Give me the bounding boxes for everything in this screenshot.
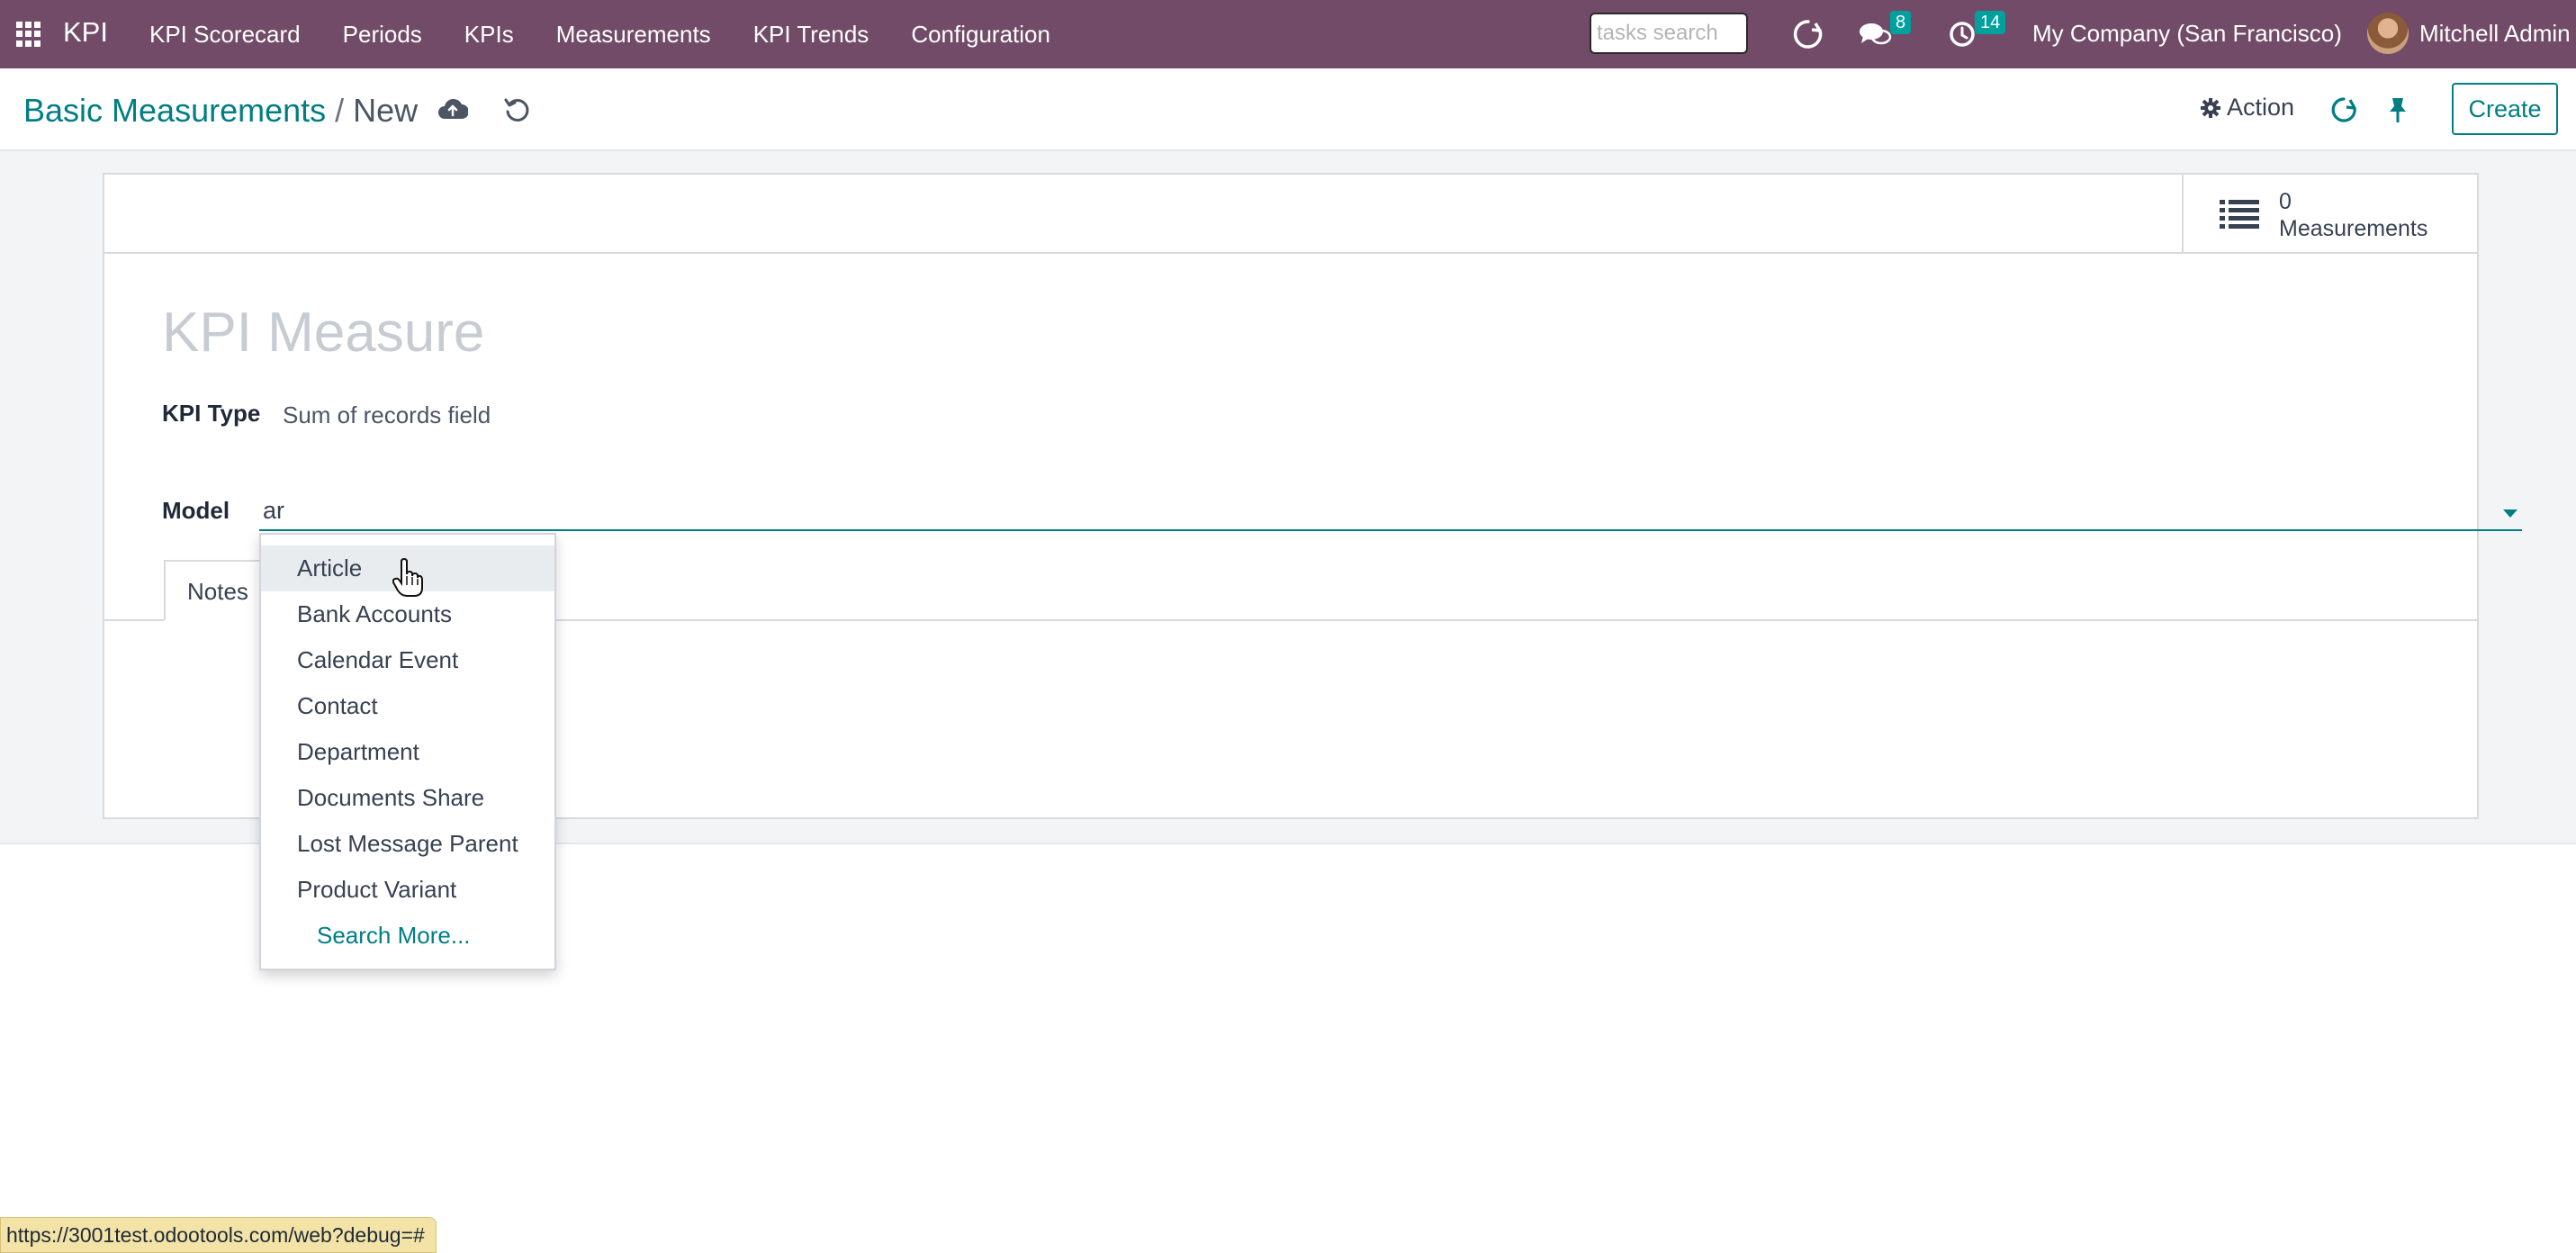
- main-menu: KPI Scorecard Periods KPIs Measurements …: [149, 0, 1093, 68]
- dropdown-item-documents-share[interactable]: Documents Share: [261, 775, 554, 821]
- dropdown-item-contact[interactable]: Contact: [261, 683, 554, 729]
- discard-icon[interactable]: [502, 95, 531, 124]
- app-brand[interactable]: KPI: [63, 16, 108, 49]
- messages-count-badge: 8: [1890, 11, 1912, 34]
- dropdown-item-lost-message-parent[interactable]: Lost Message Parent: [261, 821, 554, 867]
- menu-item-configuration[interactable]: Configuration: [911, 21, 1050, 49]
- measurements-stat-button[interactable]: 0 Measurements: [2182, 175, 2477, 252]
- breadcrumb-separator: /: [335, 92, 345, 129]
- action-label: Action: [2227, 94, 2295, 121]
- measurements-count: 0: [2279, 189, 2292, 214]
- button-box: 0 Measurements: [104, 175, 2477, 254]
- cloud-save-icon[interactable]: [437, 95, 468, 122]
- dropdown-item-product-variant[interactable]: Product Variant: [261, 867, 554, 913]
- menu-item-periods[interactable]: Periods: [343, 21, 422, 49]
- apps-grid-icon[interactable]: [16, 22, 41, 47]
- model-label: Model: [162, 497, 230, 524]
- top-navbar: KPI KPI Scorecard Periods KPIs Measureme…: [0, 0, 2576, 68]
- create-button[interactable]: Create: [2452, 83, 2558, 135]
- menu-item-kpis[interactable]: KPIs: [464, 21, 514, 49]
- action-menu-button[interactable]: Action: [2200, 94, 2294, 122]
- activities-count-badge: 14: [1975, 11, 2006, 34]
- list-icon: [2220, 200, 2259, 229]
- user-menu[interactable]: Mitchell Admin: [2419, 20, 2571, 48]
- pin-icon[interactable]: [2385, 95, 2410, 124]
- dropdown-item-calendar-event[interactable]: Calendar Event: [261, 637, 554, 683]
- measurements-label: Measurements: [2279, 216, 2428, 241]
- control-panel: Basic Measurements / New Action Create: [0, 68, 2576, 151]
- hand-pointer-icon: [392, 558, 423, 597]
- dropdown-search-more[interactable]: Search More...: [261, 913, 554, 959]
- breadcrumb: Basic Measurements / New: [23, 92, 418, 130]
- kpi-type-value[interactable]: Sum of records field: [283, 401, 491, 429]
- model-autocomplete-dropdown: Article Bank Accounts Calendar Event Con…: [259, 533, 556, 970]
- chat-icon[interactable]: [1858, 18, 1892, 50]
- refresh-icon[interactable]: [2329, 95, 2358, 124]
- breadcrumb-current: New: [353, 92, 419, 129]
- menu-item-measurements[interactable]: Measurements: [556, 21, 711, 49]
- model-input[interactable]: [259, 491, 2522, 531]
- user-avatar[interactable]: [2367, 13, 2409, 54]
- menu-item-kpi-scorecard[interactable]: KPI Scorecard: [149, 21, 301, 49]
- kpi-measure-name-input[interactable]: KPI Measure: [162, 301, 484, 365]
- company-switcher[interactable]: My Company (San Francisco): [2032, 20, 2342, 48]
- gear-icon: [2201, 97, 2220, 118]
- kpi-type-label: KPI Type: [162, 400, 261, 427]
- breadcrumb-parent[interactable]: Basic Measurements: [23, 92, 326, 129]
- status-bar-url: https://3001test.odootools.com/web?debug…: [0, 1217, 437, 1253]
- dropdown-item-department[interactable]: Department: [261, 729, 554, 775]
- tasks-search-input[interactable]: [1590, 13, 1748, 54]
- odoobot-icon[interactable]: [1791, 18, 1825, 50]
- dropdown-item-bank-accounts[interactable]: Bank Accounts: [261, 591, 554, 637]
- menu-item-kpi-trends[interactable]: KPI Trends: [753, 21, 869, 49]
- caret-down-icon[interactable]: [2502, 508, 2518, 518]
